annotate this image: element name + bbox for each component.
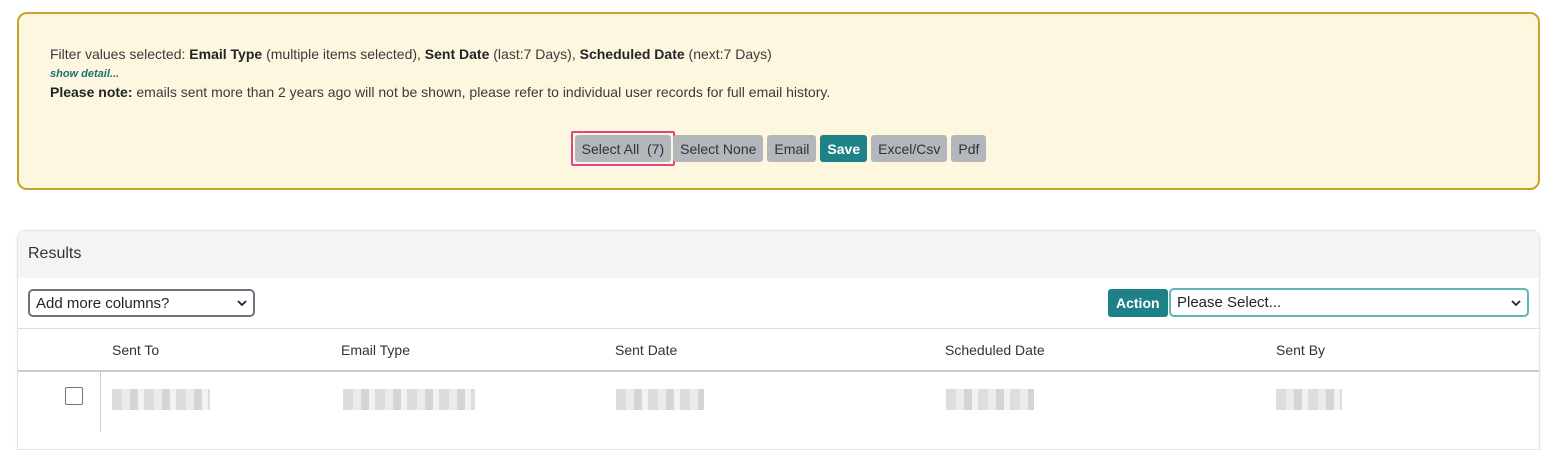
column-header-scheduled-date[interactable]: Scheduled Date: [945, 342, 1045, 358]
row-divider: [100, 372, 101, 432]
column-header-email-type[interactable]: Email Type: [341, 342, 410, 358]
note-text: emails sent more than 2 years ago will n…: [132, 84, 831, 100]
table-header-row: Sent To Email Type Sent Date Scheduled D…: [18, 329, 1539, 372]
sent-date-value: (last:7 Days),: [489, 46, 580, 62]
select-all-highlight: Select All (7): [570, 131, 676, 166]
row-select-checkbox[interactable]: [65, 387, 83, 405]
select-all-label: Select All: [581, 140, 640, 157]
scheduled-date-label: Scheduled Date: [579, 46, 685, 62]
save-button[interactable]: Save: [820, 135, 868, 162]
add-columns-value: Add more columns?: [36, 294, 170, 312]
action-button[interactable]: Action: [1108, 289, 1168, 317]
redacted-sent-by: [1276, 389, 1342, 410]
chevron-down-icon: [1511, 299, 1521, 306]
email-button[interactable]: Email: [767, 135, 817, 162]
select-all-count: (7): [647, 140, 665, 157]
select-none-button[interactable]: Select None: [673, 135, 764, 162]
column-header-sent-to[interactable]: Sent To: [112, 342, 159, 358]
show-detail-link[interactable]: show detail...: [50, 68, 119, 80]
filter-values-line: Filter values selected: Email Type (mult…: [50, 46, 772, 62]
results-toolbar: Add more columns? Action Please Select..…: [18, 278, 1539, 329]
redacted-scheduled-date: [946, 389, 1034, 410]
results-title: Results: [18, 231, 1539, 278]
pdf-button[interactable]: Pdf: [951, 135, 987, 162]
chevron-down-icon: [237, 300, 247, 307]
redacted-sent-to: [112, 389, 210, 410]
table-row: [18, 372, 1539, 432]
add-columns-select[interactable]: Add more columns?: [28, 289, 255, 317]
sent-date-label: Sent Date: [424, 46, 490, 62]
column-header-sent-by[interactable]: Sent By: [1276, 342, 1325, 358]
excel-csv-button[interactable]: Excel/Csv: [871, 135, 948, 162]
note-line: Please note: emails sent more than 2 yea…: [50, 84, 830, 100]
action-select-value: Please Select...: [1177, 294, 1282, 311]
filter-prefix: Filter values selected:: [50, 46, 190, 62]
action-button-row: Select All (7) Select None Email Save Ex…: [19, 131, 1538, 166]
column-header-sent-date[interactable]: Sent Date: [615, 342, 677, 358]
email-type-value: (multiple items selected),: [262, 46, 425, 62]
redacted-email-type: [343, 389, 475, 410]
select-all-button[interactable]: Select All (7): [574, 135, 672, 162]
scheduled-date-value: (next:7 Days): [684, 46, 772, 62]
email-type-label: Email Type: [189, 46, 263, 62]
redacted-sent-date: [616, 389, 704, 410]
action-select[interactable]: Please Select...: [1169, 288, 1529, 317]
note-label: Please note:: [50, 84, 133, 100]
filter-summary-panel: Filter values selected: Email Type (mult…: [17, 12, 1540, 190]
results-panel: Results Add more columns? Action Please …: [17, 230, 1540, 450]
